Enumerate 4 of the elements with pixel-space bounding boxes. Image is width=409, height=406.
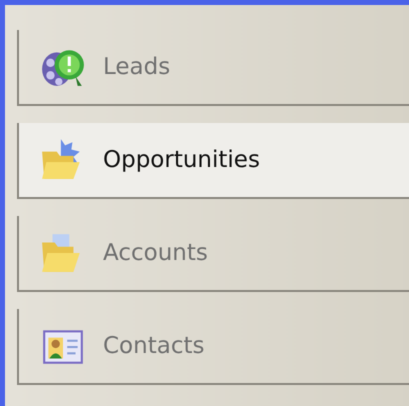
- nav-item[interactable]: Leads: [17, 30, 409, 106]
- nav-item[interactable]: Contacts: [17, 309, 409, 385]
- nav-item[interactable]: Accounts: [17, 216, 409, 292]
- nav-item[interactable]: Opportunities: [17, 123, 409, 199]
